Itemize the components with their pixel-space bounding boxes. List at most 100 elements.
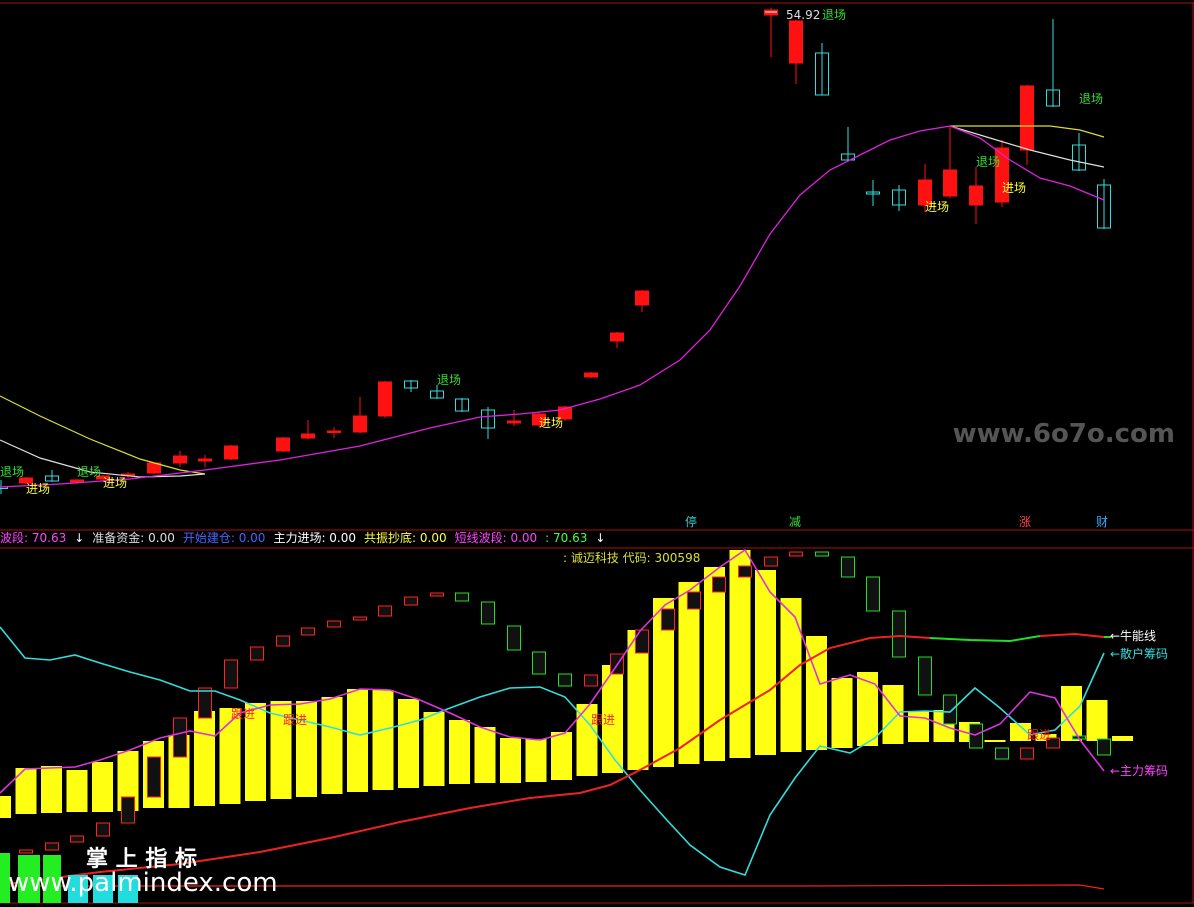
chip-box-29 <box>764 556 778 567</box>
yellow-bar-43 <box>1086 700 1108 741</box>
chip-box-33 <box>866 576 880 612</box>
chip-box-6 <box>173 717 187 758</box>
chip-box-16 <box>430 592 444 597</box>
candle-body-3 <box>70 479 84 483</box>
indicator-item-1: ↓ <box>74 531 85 545</box>
candle-body-26 <box>789 20 803 64</box>
exit-label-4: 退场 <box>976 155 1000 169</box>
candle-body-35 <box>1020 85 1034 151</box>
exit-label-2: 退场 <box>437 373 461 387</box>
entry-label-2: 进场 <box>539 416 563 430</box>
indicator-item-7: : 70.63 <box>545 531 588 545</box>
yellow-bar-18 <box>449 720 470 784</box>
indicator-item-2: 准备资金: 0.00 <box>92 531 175 545</box>
site-watermark: www.6o7o.com <box>953 419 1175 449</box>
yellow-bar-29 <box>729 550 751 758</box>
chip-box-20 <box>532 651 546 675</box>
candle-body-33 <box>969 185 983 206</box>
yellow-bar-3 <box>66 770 88 812</box>
yellow-bar-17 <box>423 712 445 786</box>
candle-body-22 <box>584 372 598 378</box>
indicator-readout-bar: 波段: 70.63 ↓ 准备资金: 0.00 开始建仓: 0.00 主力进场: 0.00… <box>0 529 1194 548</box>
signal-marker-2: 涨 <box>1019 514 1031 529</box>
entry-label-1: 进场 <box>103 476 127 490</box>
chip-box-10 <box>276 635 290 647</box>
chip-box-37 <box>969 723 983 749</box>
candle-body-10 <box>276 437 290 452</box>
indicator-item-5: 共振抄底: 0.00 <box>364 531 447 545</box>
yellow-bar-39 <box>984 740 1006 742</box>
chip-box-13 <box>353 616 367 621</box>
entry-label-0: 进场 <box>26 482 50 496</box>
entry-label-4: 进场 <box>1002 181 1026 195</box>
chip-box-15 <box>404 596 418 606</box>
chip-box-19 <box>507 625 521 651</box>
chip-box-1 <box>45 842 59 851</box>
chip-box-11 <box>301 627 315 636</box>
chip-box-21 <box>558 673 572 687</box>
chip-box-8 <box>224 659 238 689</box>
chip-box-0 <box>19 849 33 854</box>
chip-box-31 <box>815 551 829 557</box>
candle-body-9 <box>224 445 238 460</box>
url-watermark: www.palmindex.com <box>8 868 278 898</box>
follow-label-2: 跟进 <box>591 713 615 727</box>
candle-body-8 <box>198 458 212 462</box>
exit-label-0: 退场 <box>0 465 24 479</box>
chip-box-39 <box>1020 747 1034 760</box>
yellow-bar-14 <box>347 689 368 792</box>
signal-marker-1: 减 <box>789 515 801 529</box>
indicator-item-6: 短线波段: 0.00 <box>454 531 538 545</box>
candle-body-7 <box>173 455 187 464</box>
chip-box-32 <box>841 556 855 578</box>
chip-box-27 <box>712 576 726 593</box>
yellow-bar-13 <box>321 697 343 794</box>
candle-body-12 <box>327 430 341 433</box>
chip-box-14 <box>378 605 392 617</box>
chip-box-35 <box>918 656 932 696</box>
yellow-bar-4 <box>92 762 113 812</box>
yellow-bar-15 <box>372 690 394 790</box>
chip-box-34 <box>892 610 906 658</box>
yellow-bar-20 <box>500 738 521 783</box>
chip-box-42 <box>1097 738 1111 756</box>
follow-label-0: 跟进 <box>231 707 255 721</box>
candle-body-19 <box>507 420 521 424</box>
chip-box-3 <box>96 822 110 837</box>
indicator-item-0: 波段: 70.63 <box>0 531 67 545</box>
chip-box-17 <box>455 592 469 602</box>
candle-body-11 <box>301 433 315 439</box>
yellow-bar-28 <box>704 567 725 761</box>
chip-box-26 <box>687 591 701 610</box>
chip-box-36 <box>943 694 957 725</box>
line-label-1: ←散户筹码 <box>1110 646 1168 661</box>
yellow-bar-21 <box>525 739 547 782</box>
entry-label-3: 进场 <box>925 200 949 214</box>
candle-body-23 <box>610 332 624 342</box>
chip-box-4 <box>121 796 135 824</box>
yellow-bar-44 <box>1112 736 1133 741</box>
stock-name-label: : 诚迈科技 代码: 300598 <box>563 551 700 565</box>
yellow-bar-8 <box>194 711 215 806</box>
yellow-bar-33 <box>831 678 853 748</box>
yellow-bar-22 <box>551 732 572 780</box>
yellow-bar-31 <box>780 598 802 752</box>
indicator-item-3: 开始建仓: 0.00 <box>182 531 266 545</box>
chip-box-12 <box>327 620 341 628</box>
line-label-0: ←牛能线 <box>1110 628 1156 643</box>
indicator-item-8: ↓ <box>595 531 606 545</box>
chip-box-30 <box>789 551 803 557</box>
line-label-2: ←主力筹码 <box>1110 764 1168 778</box>
candle-body-24 <box>635 290 649 306</box>
yellow-bar-2 <box>41 766 62 813</box>
follow-label-1: 跟进 <box>283 713 307 727</box>
signal-marker-3: 财 <box>1096 515 1108 529</box>
chip-box-38 <box>995 747 1009 760</box>
chip-box-18 <box>481 601 495 625</box>
exit-label-1: 退场 <box>77 465 101 479</box>
candle-body-14 <box>378 381 392 417</box>
candle-body-32 <box>943 169 957 197</box>
yellow-bar-16 <box>398 699 419 788</box>
exit-label-3: 退场 <box>822 8 846 22</box>
yellow-bar-19 <box>474 727 496 783</box>
